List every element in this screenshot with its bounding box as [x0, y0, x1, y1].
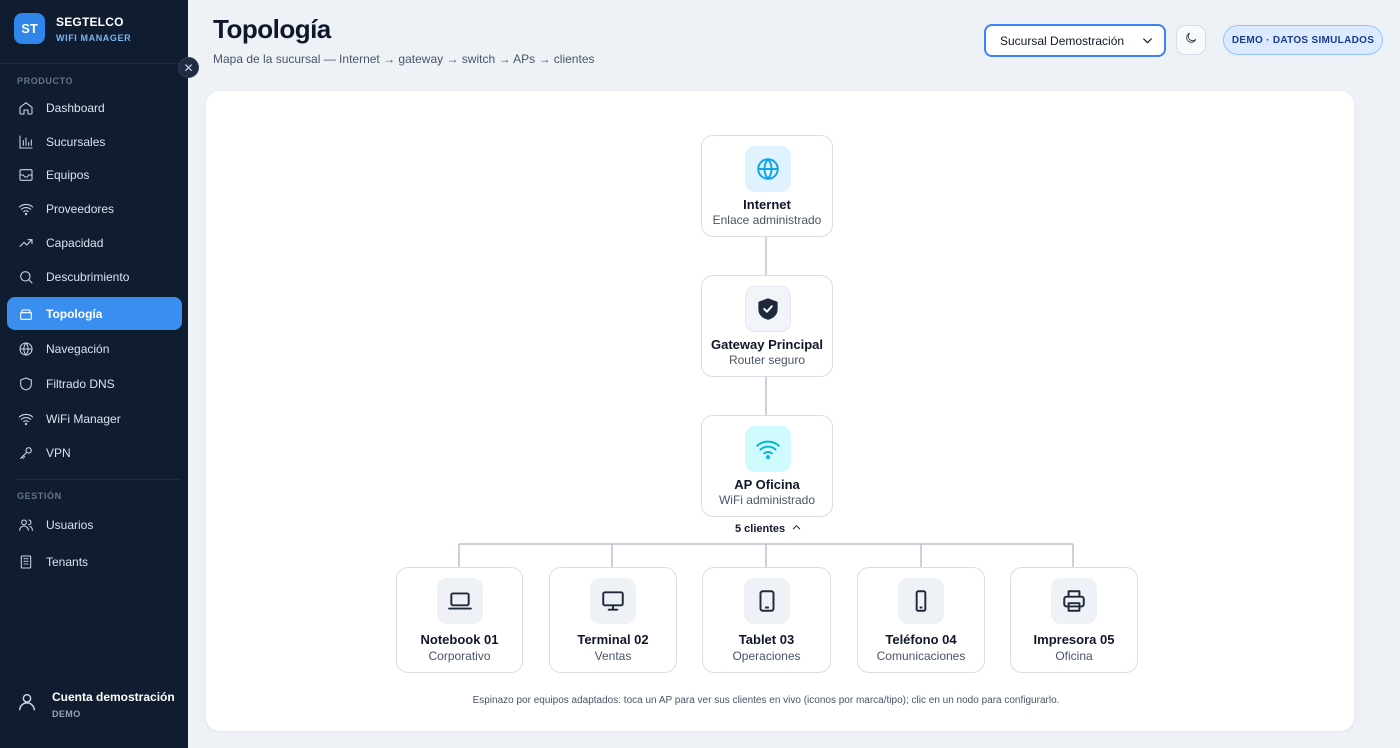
page-title: Topología [213, 14, 331, 44]
section-label-management: GESTIÓN [17, 491, 62, 501]
layers-icon [18, 306, 34, 322]
sidebar-item-label: VPN [46, 446, 71, 460]
home-icon [18, 100, 34, 116]
sidebar: ST SEGTELCO WIFI MANAGER PRODUCTO Dashbo… [0, 0, 188, 748]
branch-select[interactable]: Sucursal Demostración [984, 24, 1166, 57]
collapse-sidebar-button[interactable]: ✕ [178, 57, 199, 78]
topology-footnote: Espinazo por equipos adaptados: toca un … [472, 695, 1060, 706]
sidebar-item-label: WiFi Manager [46, 412, 121, 426]
sidebar-item-capacidad[interactable]: Capacidad [7, 227, 182, 259]
node-title: Impresora 05 [1033, 632, 1115, 647]
section-label-product: PRODUCTO [17, 76, 74, 86]
globe-icon [745, 146, 791, 192]
globe-icon [18, 341, 34, 357]
sidebar-item-label: Descubrimiento [46, 270, 130, 284]
node-ap-oficina[interactable]: AP Oficina WiFi administrado [701, 415, 833, 517]
sidebar-item-proveedores[interactable]: Proveedores [7, 193, 182, 225]
sidebar-item-equipos[interactable]: Equipos [7, 159, 182, 191]
page-subtitle: Mapa de la sucursal — Internet → gateway… [213, 52, 595, 66]
sidebar-item-dashboard[interactable]: Dashboard [7, 92, 182, 124]
node-title: Tablet 03 [738, 632, 795, 647]
sidebar-item-label: Dashboard [46, 101, 105, 115]
monitor-icon [590, 578, 636, 624]
sidebar-item-label: Tenants [46, 555, 89, 569]
sidebar-item-filtrado-dns[interactable]: Filtrado DNS [7, 368, 182, 400]
search-icon [18, 269, 34, 285]
laptop-icon [437, 578, 483, 624]
theme-toggle-button[interactable] [1176, 25, 1206, 55]
sidebar-item-descubrimiento[interactable]: Descubrimiento [7, 261, 182, 293]
node-title: Notebook 01 [420, 632, 499, 647]
sidebar-item-usuarios[interactable]: Usuarios [7, 509, 182, 541]
sidebar-item-label: Usuarios [46, 518, 94, 532]
trend-up-icon [18, 235, 34, 251]
chevron-down-icon [1141, 34, 1154, 47]
node-subtitle: Enlace administrado [712, 213, 822, 227]
bar-chart-icon [18, 134, 34, 150]
node-client-notebook[interactable]: Notebook 01 Corporativo [396, 567, 523, 673]
sidebar-item-label: Navegación [46, 342, 110, 356]
sidebar-item-navegacion[interactable]: Navegación [7, 333, 182, 365]
brand[interactable]: ST SEGTELCO WIFI MANAGER [14, 13, 131, 44]
account-role: DEMO [52, 709, 81, 719]
phone-icon [898, 578, 944, 624]
chevron-up-icon [785, 522, 802, 536]
sidebar-item-sucursales[interactable]: Sucursales [7, 126, 182, 158]
demo-badge: DEMO · DATOS SIMULADOS [1223, 25, 1383, 55]
users-icon [18, 517, 34, 533]
moon-icon [1184, 31, 1198, 50]
node-subtitle: Corporativo [428, 649, 491, 663]
node-client-telefono[interactable]: Teléfono 04 Comunicaciones [857, 567, 985, 673]
key-icon [18, 445, 34, 461]
building-icon [18, 554, 34, 570]
sidebar-item-label: Proveedores [46, 202, 115, 216]
node-subtitle: Operaciones [732, 649, 801, 663]
node-internet[interactable]: Internet Enlace administrado [701, 135, 833, 237]
node-client-terminal[interactable]: Terminal 02 Ventas [549, 567, 677, 673]
sidebar-item-label: Equipos [46, 168, 90, 182]
shield-icon [745, 286, 791, 332]
node-title: AP Oficina [734, 477, 800, 492]
wifi-icon [745, 426, 791, 472]
branch-select-value: Sucursal Demostración [1000, 33, 1125, 48]
divider [0, 63, 188, 64]
node-subtitle: Comunicaciones [876, 649, 966, 663]
brand-name: SEGTELCO [56, 14, 124, 29]
sidebar-item-tenants[interactable]: Tenants [7, 546, 182, 578]
tablet-icon [744, 578, 790, 624]
wifi-icon [18, 411, 34, 427]
sidebar-item-label: Filtrado DNS [46, 377, 115, 391]
node-title: Teléfono 04 [885, 632, 957, 647]
node-title: Gateway Principal [711, 337, 823, 352]
sidebar-item-vpn[interactable]: VPN [7, 437, 182, 469]
node-title: Terminal 02 [577, 632, 649, 647]
node-subtitle: Router seguro [728, 353, 806, 367]
node-subtitle: Ventas [594, 649, 632, 663]
inbox-icon [18, 167, 34, 183]
node-client-impresora[interactable]: Impresora 05 Oficina [1010, 567, 1138, 673]
sidebar-item-topologia[interactable]: Topología [7, 297, 182, 330]
brand-subtitle: WIFI MANAGER [56, 32, 132, 43]
node-subtitle: WiFi administrado [718, 493, 816, 507]
sidebar-item-wifi-manager[interactable]: WiFi Manager [7, 403, 182, 435]
sidebar-item-label: Sucursales [46, 135, 106, 149]
node-subtitle: Oficina [1055, 649, 1093, 663]
node-title: Internet [743, 197, 791, 212]
sidebar-item-label: Capacidad [46, 236, 104, 250]
shield-icon [18, 376, 34, 392]
close-icon: ✕ [183, 60, 194, 75]
clients-count: 5 clientes [735, 523, 786, 535]
divider [17, 479, 180, 480]
wifi-icon [18, 201, 34, 217]
node-client-tablet[interactable]: Tablet 03 Operaciones [702, 567, 831, 673]
printer-icon [1051, 578, 1097, 624]
node-gateway[interactable]: Gateway Principal Router seguro [701, 275, 833, 377]
brand-logo: ST [14, 13, 45, 44]
clients-toggle[interactable]: 5 clientes [735, 522, 802, 536]
sidebar-item-label: Topología [46, 306, 103, 321]
